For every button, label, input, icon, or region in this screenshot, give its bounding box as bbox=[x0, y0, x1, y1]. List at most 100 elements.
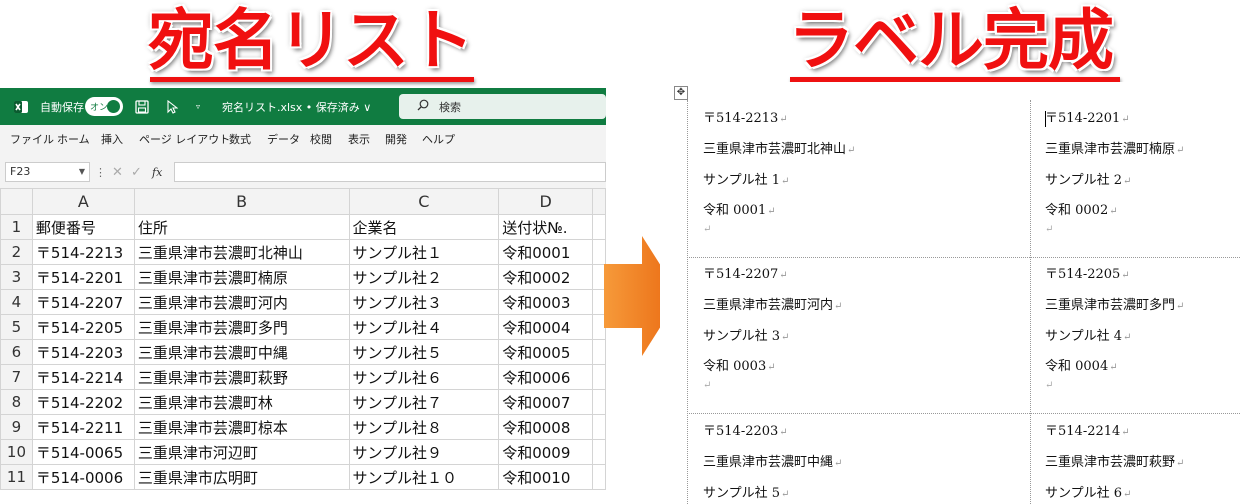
table-row: 4 〒514-2207 三重県津市芸濃町河内 サンプル社３ 令和0003 bbox=[0, 289, 606, 315]
row-header[interactable]: 7 bbox=[0, 364, 33, 390]
chevron-down-icon: ▼ bbox=[78, 167, 85, 176]
autosave-label: 自動保存 bbox=[40, 100, 84, 114]
cell[interactable]: 〒514-0065 bbox=[31, 439, 135, 465]
row-header[interactable]: 4 bbox=[0, 289, 33, 315]
cell[interactable]: 令和0002 bbox=[498, 264, 594, 290]
tab-insert[interactable]: 挿入 bbox=[101, 125, 123, 155]
row-header[interactable]: 2 bbox=[0, 239, 33, 265]
enter-icon[interactable]: ✓ bbox=[131, 155, 142, 190]
cell[interactable]: 三重県津市河辺町 bbox=[133, 439, 350, 465]
tab-view[interactable]: 表示 bbox=[348, 125, 370, 155]
formula-input[interactable] bbox=[174, 162, 606, 182]
cell[interactable]: 令和0006 bbox=[498, 364, 594, 390]
cell[interactable]: 三重県津市芸濃町椋本 bbox=[133, 414, 350, 440]
cell[interactable] bbox=[592, 439, 606, 465]
excel-window: 自動保存 オン ▿ 宛名リスト.xlsx • 保存済み ∨ 検索 ファイル ホー… bbox=[0, 88, 606, 504]
row-header[interactable]: 1 bbox=[0, 214, 33, 240]
cell[interactable]: サンプル社１ bbox=[348, 239, 500, 265]
cell[interactable]: 〒514-2202 bbox=[31, 389, 135, 415]
column-header[interactable]: C bbox=[348, 188, 500, 215]
cell[interactable]: 三重県津市広明町 bbox=[133, 464, 350, 490]
cell[interactable]: サンプル社５ bbox=[348, 339, 500, 365]
tab-data[interactable]: データ bbox=[267, 125, 300, 155]
cell[interactable] bbox=[592, 389, 606, 415]
cell[interactable]: 三重県津市芸濃町林 bbox=[133, 389, 350, 415]
cell[interactable]: 〒514-2213 bbox=[31, 239, 135, 265]
cell[interactable]: 送付状№. bbox=[498, 214, 594, 240]
column-header[interactable]: D bbox=[498, 188, 594, 215]
cell[interactable]: 令和0009 bbox=[498, 439, 594, 465]
cell[interactable]: 三重県津市芸濃町多門 bbox=[133, 314, 350, 340]
cell[interactable]: サンプル社３ bbox=[348, 289, 500, 315]
cell[interactable]: 企業名 bbox=[348, 214, 500, 240]
cell[interactable]: サンプル社９ bbox=[348, 439, 500, 465]
column-header[interactable] bbox=[592, 188, 606, 215]
cell[interactable]: 令和0005 bbox=[498, 339, 594, 365]
toggle-knob bbox=[107, 100, 120, 113]
cell[interactable]: 三重県津市芸濃町北神山 bbox=[133, 239, 350, 265]
cell[interactable]: 令和0003 bbox=[498, 289, 594, 315]
cell[interactable]: 三重県津市芸濃町中縄 bbox=[133, 339, 350, 365]
cell[interactable]: 〒514-2205 bbox=[31, 314, 135, 340]
tab-page-layout[interactable]: ページ レイアウト bbox=[139, 125, 230, 155]
table-row: 6 〒514-2203 三重県津市芸濃町中縄 サンプル社５ 令和0005 bbox=[0, 339, 606, 365]
row-header[interactable]: 8 bbox=[0, 389, 33, 415]
cell[interactable]: 〒514-2201 bbox=[31, 264, 135, 290]
cell[interactable]: 三重県津市芸濃町河内 bbox=[133, 289, 350, 315]
excel-logo-icon[interactable] bbox=[10, 88, 32, 125]
cell[interactable] bbox=[592, 414, 606, 440]
cell[interactable]: 郵便番号 bbox=[31, 214, 135, 240]
cell[interactable]: 令和0010 bbox=[498, 464, 594, 490]
tab-file[interactable]: ファイル bbox=[10, 125, 54, 155]
cell[interactable]: 三重県津市芸濃町楠原 bbox=[133, 264, 350, 290]
qat-more-icon[interactable]: ▿ bbox=[192, 88, 204, 125]
autosave-toggle[interactable]: オン bbox=[85, 97, 123, 116]
cell[interactable]: サンプル社２ bbox=[348, 264, 500, 290]
cell[interactable]: サンプル社１０ bbox=[348, 464, 500, 490]
cell[interactable] bbox=[592, 464, 606, 490]
file-name[interactable]: 宛名リスト.xlsx • 保存済み ∨ bbox=[222, 88, 371, 125]
cell[interactable] bbox=[592, 364, 606, 390]
row-header[interactable]: 10 bbox=[0, 439, 33, 465]
label-address: 三重県津市芸濃町萩野 bbox=[1045, 455, 1176, 470]
search-box[interactable]: 検索 bbox=[399, 94, 606, 119]
tab-review[interactable]: 校閲 bbox=[310, 125, 332, 155]
select-all-corner[interactable] bbox=[0, 188, 33, 215]
cell[interactable]: 〒514-2211 bbox=[31, 414, 135, 440]
cell[interactable]: 令和0008 bbox=[498, 414, 594, 440]
tab-help[interactable]: ヘルプ bbox=[422, 125, 455, 155]
cell[interactable]: 住所 bbox=[133, 214, 350, 240]
label-company: サンプル社 1 bbox=[703, 173, 781, 188]
search-icon bbox=[417, 99, 429, 114]
tab-formulas[interactable]: 数式 bbox=[229, 125, 251, 155]
cell[interactable]: 令和0001 bbox=[498, 239, 594, 265]
column-header[interactable]: A bbox=[31, 188, 135, 215]
column-header[interactable]: B bbox=[133, 188, 350, 215]
cell[interactable]: サンプル社７ bbox=[348, 389, 500, 415]
cell[interactable]: サンプル社４ bbox=[348, 314, 500, 340]
cell[interactable]: 〒514-2203 bbox=[31, 339, 135, 365]
cell[interactable]: 三重県津市芸濃町萩野 bbox=[133, 364, 350, 390]
name-box[interactable]: F23 ▼ bbox=[5, 162, 90, 182]
cell[interactable]: サンプル社８ bbox=[348, 414, 500, 440]
cell[interactable]: サンプル社６ bbox=[348, 364, 500, 390]
row-header[interactable]: 3 bbox=[0, 264, 33, 290]
save-icon[interactable] bbox=[133, 88, 151, 125]
more-icon[interactable]: ⋮ bbox=[95, 155, 106, 190]
tab-developer[interactable]: 開発 bbox=[385, 125, 407, 155]
row-header[interactable]: 9 bbox=[0, 414, 33, 440]
row-header[interactable]: 5 bbox=[0, 314, 33, 340]
tab-home[interactable]: ホーム bbox=[57, 125, 90, 155]
cell[interactable]: 〒514-2214 bbox=[31, 364, 135, 390]
move-handle-icon[interactable]: ✥ bbox=[674, 86, 688, 100]
label-address: 三重県津市芸濃町中縄 bbox=[703, 455, 834, 470]
row-header[interactable]: 6 bbox=[0, 339, 33, 365]
cell[interactable]: 令和0004 bbox=[498, 314, 594, 340]
insert-function-icon[interactable]: fx bbox=[152, 155, 162, 190]
cell[interactable]: 令和0007 bbox=[498, 389, 594, 415]
cursor-icon[interactable] bbox=[165, 88, 179, 125]
cell[interactable]: 〒514-2207 bbox=[31, 289, 135, 315]
cancel-icon[interactable]: ✕ bbox=[112, 155, 123, 190]
row-header[interactable]: 11 bbox=[0, 464, 33, 490]
cell[interactable]: 〒514-0006 bbox=[31, 464, 135, 490]
